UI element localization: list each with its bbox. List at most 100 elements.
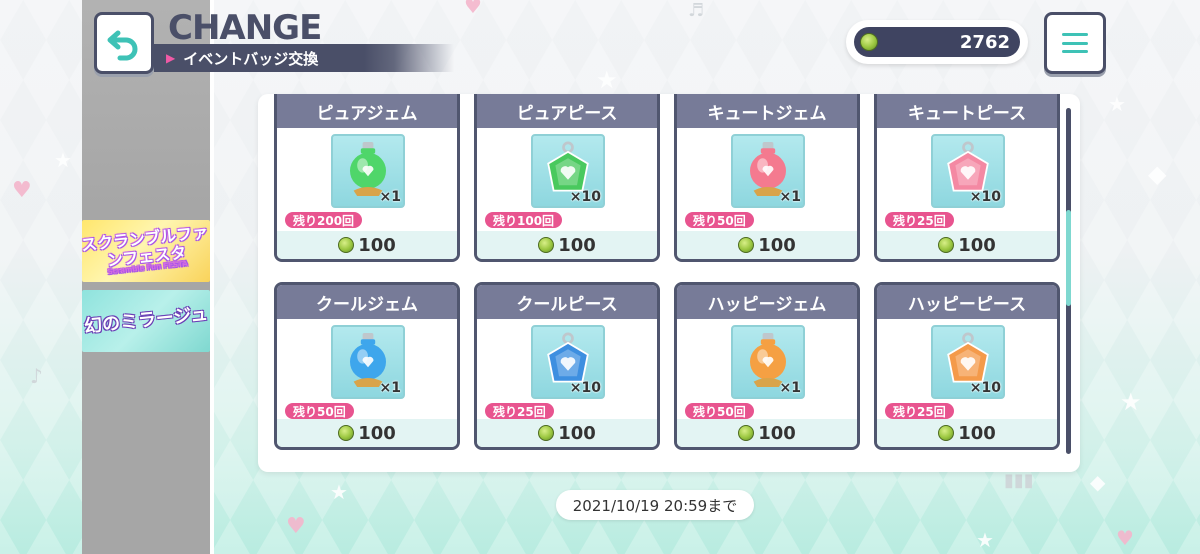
item-quantity: ×1 — [779, 380, 801, 396]
exchange-item-card[interactable]: ピュアジェム ×1 残り200回 100 — [274, 94, 460, 262]
item-thumbnail: ×10 — [931, 325, 1005, 399]
item-grid: ピュアジェム ×1 残り200回 100 ピュアピース ×10 残り100回 100 キュートジ… — [274, 94, 1060, 456]
star-icon: ★ — [1108, 92, 1126, 116]
exchange-item-card[interactable]: ハッピージェム ×1 残り50回 100 — [674, 282, 860, 450]
item-thumbnail: ×1 — [331, 134, 405, 208]
exchange-item-card[interactable]: クールピース ×10 残り25回 100 — [474, 282, 660, 450]
event-badge-icon — [538, 237, 555, 253]
item-price: 100 — [958, 422, 996, 444]
remaining-limit-badge: 残り200回 — [285, 212, 363, 228]
remaining-limit-badge: 残り25回 — [485, 403, 554, 419]
star-icon: ★ — [976, 528, 994, 552]
event-badge-icon — [938, 237, 955, 253]
hamburger-line — [1062, 50, 1088, 53]
scrollbar-thumb[interactable] — [1066, 210, 1071, 306]
event-badge-icon — [738, 237, 755, 253]
price-row: 100 — [477, 419, 657, 447]
remaining-limit-badge: 残り25回 — [885, 212, 954, 228]
event-badge-icon — [538, 425, 555, 441]
event-badge-icon — [860, 33, 878, 51]
price-row: 100 — [877, 231, 1057, 259]
back-button[interactable] — [94, 12, 154, 74]
item-thumbnail: ×10 — [531, 325, 605, 399]
item-price: 100 — [558, 422, 596, 444]
headphones-icon: ♬ — [688, 0, 705, 21]
price-row: 100 — [277, 231, 457, 259]
sidebar: スクランブルファンフェスタ Scramble Fun FESTA 幻のミラージュ — [80, 0, 214, 554]
item-quantity: ×10 — [969, 380, 1001, 396]
item-price: 100 — [558, 234, 596, 256]
exchange-item-card[interactable]: クールジェム ×1 残り50回 100 — [274, 282, 460, 450]
item-name: クールジェム — [277, 285, 457, 319]
item-name: ピュアピース — [477, 94, 657, 128]
heart-icon: ♥ — [1116, 526, 1134, 550]
item-thumbnail: ×1 — [731, 134, 805, 208]
item-price: 100 — [358, 422, 396, 444]
currency-value: 2762 — [959, 31, 1010, 53]
item-thumbnail: ×1 — [331, 325, 405, 399]
remaining-limit-badge: 残り50回 — [685, 403, 754, 419]
item-quantity: ×1 — [779, 189, 801, 205]
remaining-limit-badge: 残り50回 — [685, 212, 754, 228]
price-row: 100 — [877, 419, 1057, 447]
item-thumbnail: ×1 — [731, 325, 805, 399]
play-arrow-icon: ▶ — [166, 51, 176, 65]
menu-button[interactable] — [1044, 12, 1106, 74]
event-banner-scramble[interactable]: スクランブルファンフェスタ Scramble Fun FESTA — [80, 220, 212, 282]
item-quantity: ×10 — [569, 380, 601, 396]
item-name: キュートピース — [877, 94, 1057, 128]
price-row: 100 — [277, 419, 457, 447]
price-row: 100 — [677, 231, 857, 259]
star-icon: ★ — [54, 148, 72, 172]
item-name: キュートジェム — [677, 94, 857, 128]
heart-icon: ♥ — [12, 178, 32, 203]
exchange-panel: ピュアジェム ×1 残り200回 100 ピュアピース ×10 残り100回 100 キュートジ… — [258, 94, 1080, 472]
page-subtitle-bar: ▶ イベントバッジ交換 — [154, 44, 454, 72]
item-body: ×10 残り100回 100 — [477, 128, 657, 259]
heart-icon: ♥ — [286, 514, 306, 539]
remaining-limit-badge: 残り50回 — [285, 403, 354, 419]
heart-icon: ♥ — [464, 0, 482, 18]
price-row: 100 — [677, 419, 857, 447]
currency-display: 2762 — [846, 20, 1028, 64]
diamond-icon: ◆ — [1090, 470, 1106, 494]
item-name: ハッピージェム — [677, 285, 857, 319]
item-body: ×10 残り25回 100 — [877, 128, 1057, 259]
equalizer-icon: ▮▮▮ — [1004, 470, 1034, 491]
item-quantity: ×1 — [379, 380, 401, 396]
item-body: ×10 残り25回 100 — [477, 319, 657, 447]
event-banner-mirage[interactable]: 幻のミラージュ — [82, 290, 210, 352]
hamburger-icon — [1062, 33, 1088, 53]
item-price: 100 — [358, 234, 396, 256]
item-body: ×1 残り200回 100 — [277, 128, 457, 259]
item-body: ×1 残り50回 100 — [677, 319, 857, 447]
diamond-icon: ◆ — [1148, 160, 1167, 188]
item-thumbnail: ×10 — [531, 134, 605, 208]
item-quantity: ×1 — [379, 189, 401, 205]
event-badge-icon — [338, 237, 355, 253]
item-quantity: ×10 — [969, 189, 1001, 205]
back-arrow-icon — [107, 30, 138, 61]
event-banner-scramble-title: スクランブルファンフェスタ Scramble Fun FESTA — [80, 222, 212, 279]
currency-inner: 2762 — [854, 27, 1020, 57]
item-name: ピュアジェム — [277, 94, 457, 128]
event-banner-mirage-title: 幻のミラージュ — [82, 303, 209, 338]
item-name: ハッピーピース — [877, 285, 1057, 319]
price-row: 100 — [477, 231, 657, 259]
exchange-item-card[interactable]: ハッピーピース ×10 残り25回 100 — [874, 282, 1060, 450]
remaining-limit-badge: 残り100回 — [485, 212, 563, 228]
event-badge-icon — [338, 425, 355, 441]
item-price: 100 — [758, 234, 796, 256]
item-quantity: ×10 — [569, 189, 601, 205]
exchange-item-card[interactable]: キュートジェム ×1 残り50回 100 — [674, 94, 860, 262]
deadline-label: 2021/10/19 20:59まで — [556, 490, 754, 520]
hamburger-line — [1062, 33, 1088, 36]
item-price: 100 — [958, 234, 996, 256]
item-body: ×10 残り25回 100 — [877, 319, 1057, 447]
exchange-item-card[interactable]: キュートピース ×10 残り25回 100 — [874, 94, 1060, 262]
event-badge-icon — [738, 425, 755, 441]
event-badge-icon — [938, 425, 955, 441]
item-thumbnail: ×10 — [931, 134, 1005, 208]
music-note-icon: ♪ — [30, 364, 43, 388]
exchange-item-card[interactable]: ピュアピース ×10 残り100回 100 — [474, 94, 660, 262]
